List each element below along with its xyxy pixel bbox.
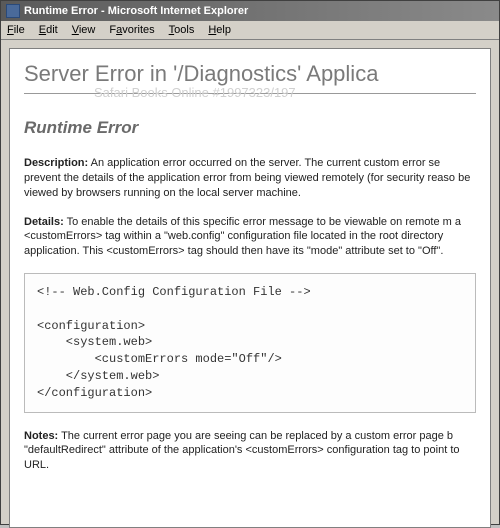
description-label: Description: bbox=[24, 157, 88, 169]
details-paragraph: Details: To enable the details of this s… bbox=[24, 215, 476, 260]
window-title: Runtime Error - Microsoft Internet Explo… bbox=[24, 5, 248, 17]
menu-help[interactable]: Help bbox=[208, 24, 231, 36]
menu-file-rest: ile bbox=[14, 24, 25, 36]
details-label: Details: bbox=[24, 216, 64, 228]
description-paragraph: Description: An application error occurr… bbox=[24, 156, 476, 201]
watermark-text: Safari Books Online #1997323/197 bbox=[94, 85, 296, 100]
ie-icon bbox=[6, 4, 20, 18]
page-title: Server Error in '/Diagnostics' Applica S… bbox=[24, 61, 476, 94]
config-code-block: <!-- Web.Config Configuration File --> <… bbox=[24, 273, 476, 413]
menu-tools[interactable]: Tools bbox=[169, 24, 195, 36]
menu-view[interactable]: View bbox=[72, 24, 96, 36]
description-text: An application error occurred on the ser… bbox=[24, 157, 470, 199]
menu-favorites[interactable]: Favorites bbox=[109, 24, 154, 36]
browser-window: Runtime Error - Microsoft Internet Explo… bbox=[0, 0, 500, 525]
details-text: To enable the details of this specific e… bbox=[24, 216, 461, 258]
error-heading: Runtime Error bbox=[24, 118, 476, 138]
menubar: File Edit View Favorites Tools Help bbox=[1, 21, 499, 40]
titlebar[interactable]: Runtime Error - Microsoft Internet Explo… bbox=[1, 1, 499, 21]
page-content: Server Error in '/Diagnostics' Applica S… bbox=[9, 48, 491, 528]
menu-tools-rest: ools bbox=[174, 24, 194, 36]
notes-label: Notes: bbox=[24, 430, 58, 442]
menu-file[interactable]: File bbox=[7, 24, 25, 36]
menu-edit-rest: dit bbox=[46, 24, 58, 36]
menu-help-rest: elp bbox=[216, 24, 231, 36]
notes-text: The current error page you are seeing ca… bbox=[24, 430, 460, 472]
menu-edit[interactable]: Edit bbox=[39, 24, 58, 36]
menu-view-rest: iew bbox=[79, 24, 96, 36]
page-title-text: Server Error in '/Diagnostics' Applica bbox=[24, 61, 378, 86]
notes-paragraph: Notes: The current error page you are se… bbox=[24, 429, 476, 474]
menu-fav-rest: vorites bbox=[122, 24, 154, 36]
